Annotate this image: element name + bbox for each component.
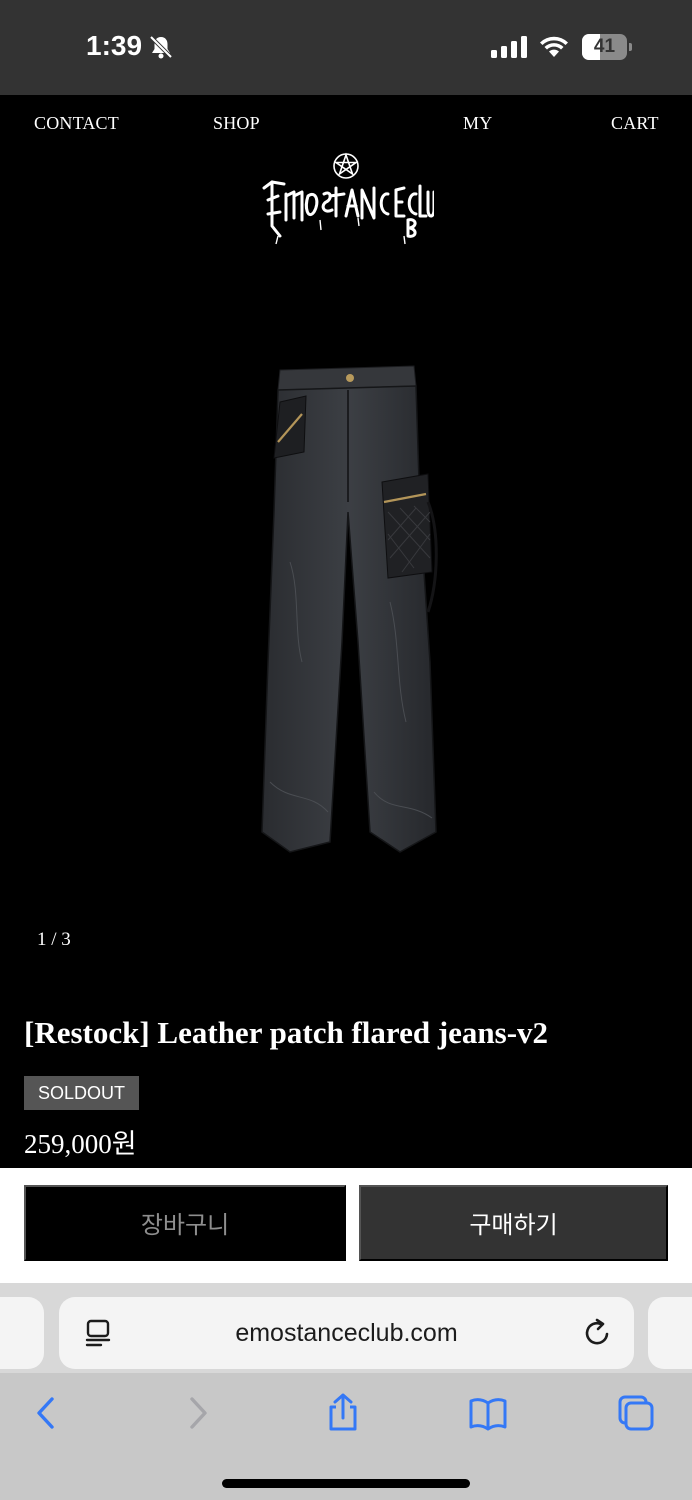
battery-cap bbox=[629, 43, 632, 51]
product-title: [Restock] Leather patch flared jeans-v2 bbox=[24, 1015, 549, 1050]
emostanceclub-logo[interactable] bbox=[258, 150, 434, 246]
status-time: 1:39 bbox=[86, 30, 143, 61]
nav-cart[interactable]: CART bbox=[611, 113, 659, 134]
nav-my[interactable]: MY bbox=[463, 113, 492, 134]
url-text[interactable]: emostanceclub.com bbox=[59, 1297, 634, 1369]
home-indicator bbox=[222, 1479, 470, 1488]
pentagram-icon bbox=[333, 152, 359, 179]
button-icon bbox=[346, 374, 354, 382]
wifi-icon bbox=[540, 36, 568, 57]
buy-now-button[interactable]: 구매하기 bbox=[359, 1185, 668, 1261]
previous-tab-card[interactable] bbox=[0, 1297, 44, 1369]
next-tab-card[interactable] bbox=[648, 1297, 692, 1369]
forward-icon[interactable] bbox=[178, 1393, 218, 1433]
reload-icon[interactable] bbox=[583, 1318, 613, 1348]
battery-body: 41 bbox=[582, 34, 627, 60]
back-icon[interactable] bbox=[28, 1393, 68, 1433]
share-icon[interactable] bbox=[323, 1393, 363, 1433]
address-bar[interactable]: emostanceclub.com bbox=[59, 1297, 634, 1369]
battery-icon: 41 bbox=[582, 34, 632, 60]
nav-contact[interactable]: CONTACT bbox=[34, 113, 119, 134]
logo-drips bbox=[275, 217, 406, 245]
signal-icon bbox=[491, 36, 527, 58]
slide-counter: 1 / 3 bbox=[37, 929, 71, 950]
status-bar: 1:39 41 bbox=[0, 0, 692, 95]
product-price: 259,000원 bbox=[24, 1129, 137, 1159]
bookmarks-icon[interactable] bbox=[468, 1393, 508, 1433]
product-image[interactable] bbox=[250, 362, 446, 862]
soldout-badge: SOLDOUT bbox=[24, 1076, 139, 1110]
logo-wordmark bbox=[262, 180, 434, 238]
nav-shop[interactable]: SHOP bbox=[213, 113, 260, 134]
add-to-cart-button[interactable]: 장바구니 bbox=[24, 1185, 346, 1261]
battery-level: 41 bbox=[593, 36, 616, 57]
bell-slash-icon bbox=[149, 35, 173, 59]
tabs-icon[interactable] bbox=[616, 1393, 656, 1433]
action-bar: 장바구니 구매하기 bbox=[0, 1168, 692, 1283]
